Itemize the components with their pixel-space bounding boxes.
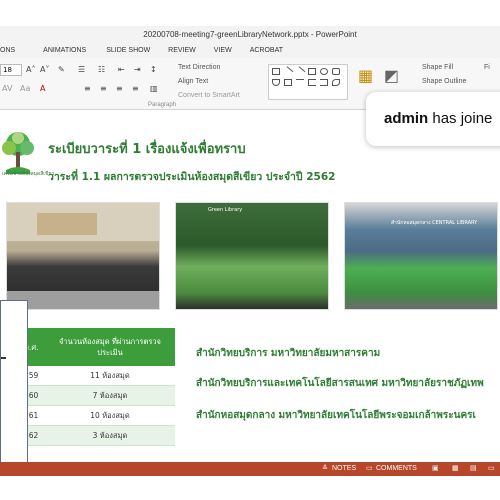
cell-count: 10 ห้องสมุด — [90, 410, 130, 420]
university-line-2[interactable]: สำนักวิทยบริการและเทคโนโลยีสารสนเทศ มหาว… — [196, 376, 484, 391]
oval-shape-icon[interactable] — [320, 68, 328, 75]
normal-view-icon[interactable]: ▣ — [432, 462, 439, 476]
rectangle-shape-icon[interactable] — [308, 68, 316, 75]
curly-shape-icon[interactable] — [320, 79, 328, 86]
char-spacing-icon[interactable]: AV — [2, 84, 12, 93]
university-line-3[interactable]: สำนักหอสมุดกลาง มหาวิทยาลัยเทคโนโลยีพระจ… — [196, 408, 476, 423]
shape-fill-button[interactable]: Shape Fill — [422, 64, 453, 71]
shapes-gallery[interactable] — [268, 64, 348, 100]
tab-acrobat[interactable]: ACROBAT — [242, 44, 293, 58]
reading-view-icon[interactable]: ▤ — [470, 462, 477, 476]
align-text-button[interactable]: Align Text — [178, 78, 208, 85]
font-color-icon[interactable]: A — [40, 84, 45, 93]
convert-smartart-button[interactable]: Convert to SmartArt — [178, 92, 240, 99]
tab-slide-show[interactable]: SLIDE SHOW — [96, 44, 160, 58]
shape-outline-button[interactable]: Shape Outline — [422, 78, 466, 85]
find-button[interactable]: Fi — [484, 64, 490, 71]
comments-button[interactable]: COMMENTS — [376, 462, 417, 476]
panel-dash — [1, 357, 6, 359]
tab-review[interactable]: REVIEW — [160, 44, 206, 58]
photo-group-2[interactable]: Green Library — [175, 202, 329, 310]
join-notification: admin has joine — [366, 92, 500, 146]
slide-title[interactable]: ระเบียบวาระที่ 1 เรื่องแจ้งเพื่อทราบ — [48, 138, 246, 159]
video-panel[interactable] — [0, 300, 28, 476]
toast-message: has joine — [432, 110, 493, 127]
decrease-indent-icon[interactable]: ⇤ — [118, 65, 125, 74]
line2-shape-icon[interactable] — [296, 79, 304, 86]
line-spacing-icon[interactable]: ↕ — [150, 65, 157, 74]
slide-sorter-icon[interactable]: ▦ — [452, 462, 459, 476]
text-direction-button[interactable]: Text Direction — [178, 64, 220, 71]
photo-group-1[interactable] — [6, 202, 160, 310]
bracket-shape-icon[interactable] — [308, 79, 316, 86]
font-size-select[interactable]: 18 — [0, 64, 22, 76]
photo-2-sign: Green Library — [208, 207, 243, 213]
below-window-area — [0, 476, 500, 500]
slide-subtitle[interactable]: วาระที่ 1.1 ผลการตรวจประเมินห้องสมุดสีเข… — [48, 168, 335, 185]
cell-count: 3 ห้องสมุด — [92, 430, 128, 440]
align-center-icon[interactable]: ≡ — [100, 84, 107, 93]
tab-animations[interactable]: ANIMATIONS — [25, 44, 96, 58]
align-left-icon[interactable]: ≡ — [84, 84, 91, 93]
status-bar: ≙ NOTES ▭ COMMENTS ▣ ▦ ▤ ▭ — [0, 462, 500, 476]
rounded-rect-shape-icon[interactable] — [332, 68, 340, 75]
star-shape-icon[interactable] — [332, 79, 340, 86]
change-case-icon[interactable]: Aa — [20, 84, 30, 93]
textbox-shape-icon[interactable] — [272, 68, 280, 75]
quick-styles-icon[interactable]: ◩ — [384, 66, 399, 85]
notes-icon[interactable]: ≙ — [322, 462, 328, 476]
grow-font-icon[interactable]: A˄ — [26, 65, 35, 74]
bullets-icon[interactable]: ☰ — [78, 65, 85, 74]
columns-icon[interactable]: ▥ — [150, 84, 158, 93]
arrow-shape-icon[interactable] — [294, 66, 306, 77]
line-shape-icon[interactable] — [282, 66, 294, 77]
arrange-icon[interactable]: ▦ — [358, 66, 373, 85]
cell-count: 7 ห้องสมุด — [92, 390, 128, 400]
tab-transitions[interactable]: ONS — [0, 44, 25, 58]
clear-format-icon[interactable]: ✎ — [58, 65, 65, 74]
window-title: 20200708-meeting7-greenLibraryNetwork.pp… — [0, 26, 500, 44]
photo-3-sign: สำนักหอสมุดกลาง CENTRAL LIBRARY — [391, 220, 478, 226]
photo-1-people — [7, 203, 159, 309]
slideshow-icon[interactable]: ▭ — [488, 462, 495, 476]
align-right-icon[interactable]: ≡ — [116, 84, 123, 93]
toast-user: admin — [384, 110, 429, 127]
university-line-1[interactable]: สำนักวิทยบริการ มหาวิทยาลัยมหาสารคาม — [196, 346, 380, 361]
photo-group-3[interactable]: สำนักหอสมุดกลาง CENTRAL LIBRARY — [344, 202, 498, 310]
notes-button[interactable]: NOTES — [332, 462, 356, 476]
ribbon-tabs: ONS ANIMATIONS SLIDE SHOW REVIEW VIEW AC… — [0, 44, 500, 58]
shrink-font-icon[interactable]: A˅ — [40, 65, 49, 74]
comments-icon[interactable]: ▭ — [366, 462, 373, 476]
cell-count: 11 ห้องสมุด — [90, 370, 130, 380]
tab-view[interactable]: VIEW — [206, 44, 242, 58]
logo-caption: เครือข่ายห้องสมุดสีเขียว — [2, 171, 55, 177]
justify-icon[interactable]: ≡ — [132, 84, 139, 93]
numbering-icon[interactable]: ☷ — [98, 65, 105, 74]
triangle-shape-icon[interactable] — [272, 79, 280, 86]
slide-canvas[interactable]: เครือข่ายห้องสมุดสีเขียว ระเบียบวาระที่ … — [0, 110, 500, 462]
increase-indent-icon[interactable]: ⇥ — [134, 65, 141, 74]
paragraph-group-label: Paragraph — [148, 102, 177, 108]
right-triangle-shape-icon[interactable] — [284, 79, 292, 86]
header-count: จำนวนห้องสมุด ที่ผ่านการตรวจประเมิน — [59, 337, 161, 357]
